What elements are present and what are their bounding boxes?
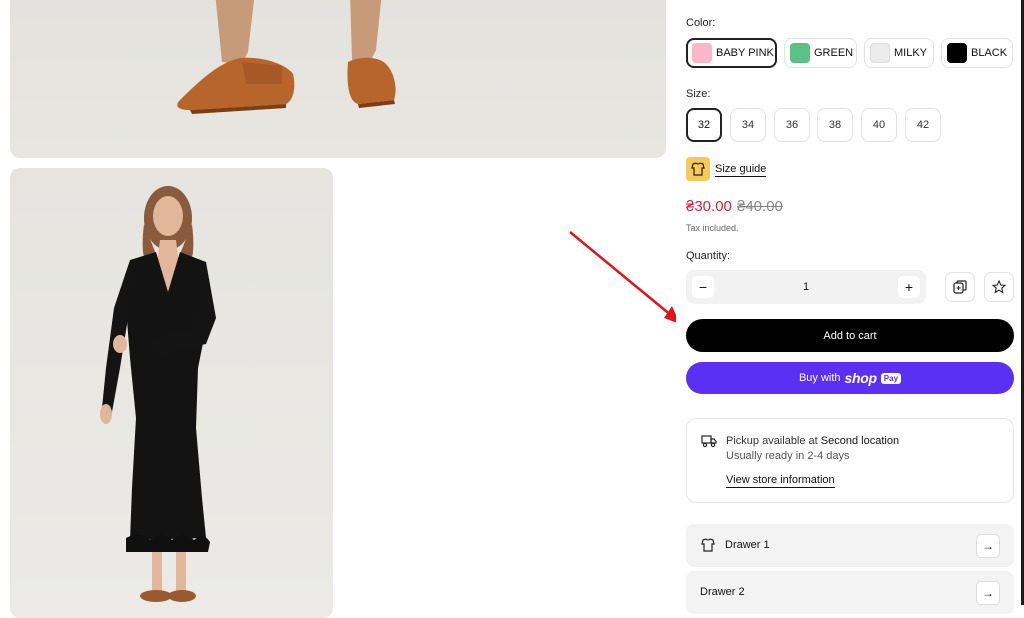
- ruler-shirt-icon[interactable]: [686, 157, 710, 181]
- quantity-label: Quantity:: [686, 250, 731, 262]
- color-option-baby-pink[interactable]: BABY PINK: [686, 38, 777, 68]
- color-option-label: BLACK: [971, 47, 1008, 59]
- pickup-status: Pickup available at Second location: [726, 435, 899, 447]
- shop-logo: shop: [844, 370, 878, 386]
- size-option-42[interactable]: 42: [905, 108, 941, 142]
- size-option-40[interactable]: 40: [861, 108, 897, 142]
- pickup-location: Second location: [820, 435, 900, 447]
- color-option-black[interactable]: BLACK: [941, 38, 1013, 68]
- color-option-label: MILKY: [894, 47, 928, 59]
- increase-quantity-button[interactable]: +: [898, 276, 920, 298]
- drawer-label: Drawer 2: [700, 586, 745, 598]
- shirt-icon: [701, 538, 715, 552]
- drawer-1[interactable]: Drawer 1 →: [686, 524, 1014, 567]
- color-chip: [947, 43, 967, 63]
- size-option-32[interactable]: 32: [686, 108, 722, 142]
- view-store-information-link[interactable]: View store information: [726, 474, 835, 488]
- size-label: Size:: [686, 88, 711, 100]
- add-to-cart-button[interactable]: Add to cart: [686, 319, 1014, 352]
- color-chip: [870, 43, 890, 63]
- color-chip: [790, 43, 810, 63]
- quantity-stepper: − 1 +: [686, 270, 926, 304]
- arrow-right-icon[interactable]: →: [976, 581, 1000, 605]
- product-image-model[interactable]: [10, 168, 333, 618]
- delivery-truck-icon: [701, 435, 717, 448]
- quantity-input[interactable]: 1: [796, 281, 816, 293]
- decrease-quantity-button[interactable]: −: [692, 276, 714, 298]
- color-option-green[interactable]: GREEN: [784, 38, 857, 68]
- pay-badge: Pay: [880, 372, 902, 384]
- pickup-availability-card: Pickup available at Second location Usua…: [686, 418, 1014, 503]
- size-guide-link[interactable]: Size guide: [715, 163, 767, 177]
- color-option-milky[interactable]: MILKY: [864, 38, 934, 68]
- star-icon: [992, 280, 1006, 294]
- color-label: Color:: [686, 17, 716, 29]
- compare-icon: [953, 280, 967, 294]
- color-chip: [692, 43, 712, 63]
- size-option-36[interactable]: 36: [774, 108, 810, 142]
- color-option-label: GREEN: [814, 47, 854, 59]
- size-option-38[interactable]: 38: [817, 108, 853, 142]
- sale-price: ₴30.00: [686, 198, 732, 215]
- color-option-label: BABY PINK: [716, 47, 774, 59]
- wishlist-button[interactable]: [984, 272, 1014, 302]
- drawer-label: Drawer 1: [725, 539, 770, 551]
- product-gallery: [0, 0, 676, 618]
- pickup-ready-time: Usually ready in 2-4 days: [726, 450, 850, 462]
- drawer-2[interactable]: Drawer 2 →: [686, 571, 1014, 614]
- size-option-34[interactable]: 34: [730, 108, 766, 142]
- product-image-shoes[interactable]: [10, 0, 666, 158]
- compare-at-price: ₴40.00: [737, 198, 783, 215]
- arrow-right-icon[interactable]: →: [976, 534, 1000, 558]
- pickup-prefix: Pickup available at: [726, 435, 818, 447]
- buy-with-shop-pay-button[interactable]: Buy with shop Pay: [686, 362, 1014, 394]
- buy-with-label: Buy with: [798, 372, 841, 384]
- compare-button[interactable]: [945, 272, 975, 302]
- product-info-panel: Color: BABY PINK GREEN MILKY BLACK Size:…: [686, 0, 1014, 614]
- tax-note: Tax included.: [686, 223, 739, 233]
